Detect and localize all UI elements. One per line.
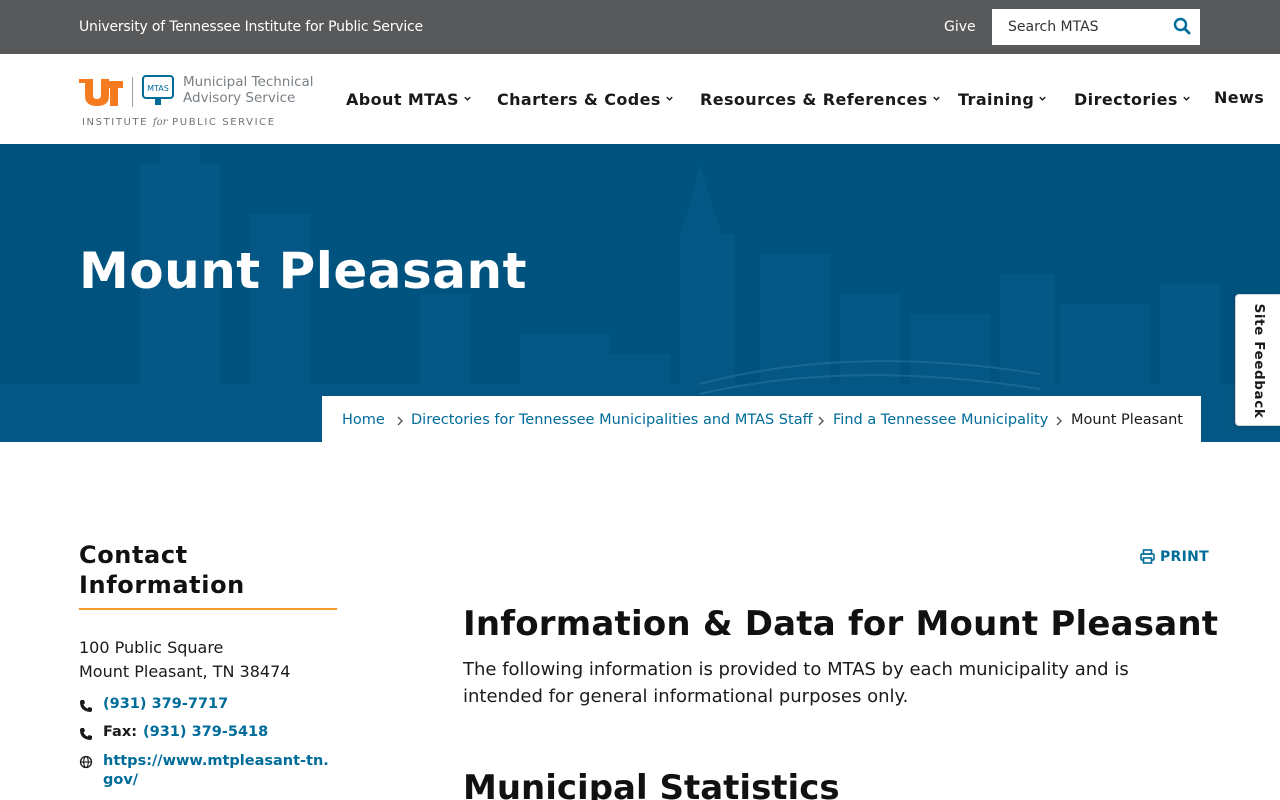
phone-row: (931) 379-7717: [79, 694, 337, 722]
print-label: PRINT: [1160, 549, 1210, 565]
nav-item-charters-codes[interactable]: Charters & Codes: [497, 90, 674, 109]
nav-item-label: Resources & References: [700, 90, 928, 109]
mtas-shield-icon: MTAS: [142, 75, 174, 105]
chevron-down-icon: [666, 96, 673, 101]
breadcrumb-home[interactable]: Home: [342, 412, 385, 428]
address-line2: Mount Pleasant, TN 38474: [79, 662, 291, 681]
mtas-logo[interactable]: MTAS Municipal Technical Advisory Servic…: [79, 74, 319, 132]
nav-item-label: Directories: [1074, 90, 1178, 109]
logo-name: Municipal Technical Advisory Service: [183, 74, 314, 106]
chevron-right-icon: [397, 416, 403, 426]
printer-icon: [1140, 549, 1155, 564]
intro-text: The following information is provided to…: [463, 659, 1129, 707]
page-title: Mount Pleasant: [79, 242, 528, 300]
utility-bar: University of Tennessee Institute for Pu…: [0, 0, 1280, 54]
breadcrumb-current: Mount Pleasant: [1071, 412, 1183, 428]
chevron-down-icon: [1039, 96, 1046, 101]
institute-name[interactable]: University of Tennessee Institute for Pu…: [79, 19, 423, 35]
fax-link[interactable]: (931) 379-5418: [143, 724, 268, 740]
site-feedback-tab[interactable]: Site Feedback: [1235, 294, 1280, 426]
give-link[interactable]: Give: [944, 19, 976, 35]
breadcrumb: Home Directories for Tennessee Municipal…: [322, 396, 1201, 442]
globe-icon: [79, 755, 93, 769]
nav-item-label: Training: [958, 90, 1035, 109]
contact-heading: Contact Information: [79, 540, 337, 610]
address: 100 Public Square Mount Pleasant, TN 384…: [79, 636, 337, 684]
breadcrumb-find-municipality[interactable]: Find a Tennessee Municipality: [833, 412, 1048, 428]
search-input[interactable]: [992, 9, 1162, 45]
logo-name-line1: Municipal Technical: [183, 74, 314, 90]
tagline-pre: INSTITUTE: [82, 117, 153, 128]
tagline-post: PUBLIC SERVICE: [167, 117, 276, 128]
municipal-statistics-heading: Municipal Statistics: [463, 768, 840, 800]
ut-logo-icon: [79, 79, 123, 106]
address-line1: 100 Public Square: [79, 638, 224, 657]
logo-name-line2: Advisory Service: [183, 90, 296, 106]
nav-item-label: About MTAS: [346, 90, 459, 109]
nav-item-directories[interactable]: Directories: [1074, 90, 1191, 109]
chevron-right-icon: [1056, 416, 1062, 426]
fax-label: Fax:: [103, 724, 137, 740]
search-button[interactable]: [1172, 17, 1192, 37]
chevron-right-icon: [818, 416, 824, 426]
fax-phone-icon: [80, 728, 92, 740]
nav-item-about-mtas[interactable]: About MTAS: [346, 90, 472, 109]
site-feedback-label: Site Feedback: [1251, 303, 1267, 419]
search-box: [992, 9, 1200, 45]
nav-item-label: News: [1214, 88, 1265, 107]
nav-item-label: Charters & Codes: [497, 90, 661, 109]
nav-item-resources-references[interactable]: Resources & References: [700, 90, 941, 109]
magnifier-icon: [1173, 17, 1191, 35]
main-navigation: MTAS Municipal Technical Advisory Servic…: [0, 54, 1280, 144]
nav-item-news[interactable]: News: [1214, 88, 1264, 107]
tagline-for: for: [152, 117, 168, 128]
nav-item-training[interactable]: Training: [958, 90, 1047, 109]
chevron-down-icon: [1183, 96, 1190, 101]
phone-link[interactable]: (931) 379-7717: [103, 696, 228, 712]
shield-text: MTAS: [147, 84, 169, 93]
content-heading: Information & Data for Mount Pleasant: [463, 604, 1219, 644]
fax-row: Fax: (931) 379-5418: [79, 722, 337, 750]
logo-divider: [132, 77, 133, 107]
website-link[interactable]: https://www.mtpleasant-tn.gov/: [103, 752, 335, 790]
chevron-down-icon: [464, 96, 471, 101]
logo-tagline: INSTITUTE for PUBLIC SERVICE: [82, 117, 276, 128]
website-row: https://www.mtpleasant-tn.gov/: [79, 750, 337, 794]
contact-information: Contact Information 100 Public Square Mo…: [79, 540, 337, 794]
breadcrumb-directories[interactable]: Directories for Tennessee Municipalities…: [411, 412, 813, 428]
chevron-down-icon: [932, 96, 940, 101]
phone-icon: [80, 700, 92, 712]
